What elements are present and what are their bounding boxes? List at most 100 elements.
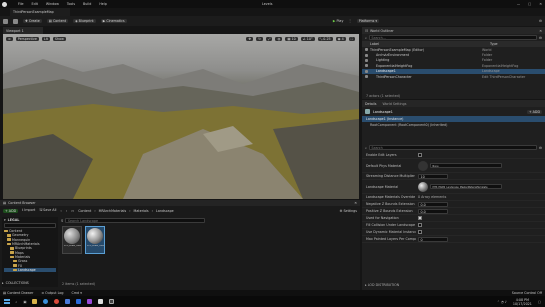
- app-icon[interactable]: [87, 299, 93, 304]
- details-component-row[interactable]: RootComponent (RootComponent0) (Inherite…: [362, 122, 545, 128]
- perspective-button[interactable]: Perspective: [15, 37, 39, 41]
- column-label[interactable]: Label: [370, 42, 490, 46]
- unreal-editor-taskbar-icon[interactable]: [109, 299, 115, 304]
- property-asset-picker[interactable]: None: [430, 163, 502, 168]
- source-control-button[interactable]: Source Control Off: [512, 291, 542, 295]
- outliner-row[interactable]: ThirdPersonCharacter Edit ThirdPersonChar…: [362, 74, 545, 79]
- breadcrumb-content[interactable]: Content: [78, 209, 91, 213]
- play-button[interactable]: ▶ Play: [333, 19, 343, 23]
- outliner-row[interactable]: Landscape1 Landscape: [362, 68, 545, 74]
- cmd-button[interactable]: Cmd ▾: [72, 291, 82, 295]
- maximize-icon[interactable]: □: [528, 2, 531, 6]
- asset-tile[interactable]: MTS_EDAM_Landscape_Master...: [62, 226, 82, 254]
- forward-icon[interactable]: ›: [66, 209, 67, 213]
- task-view-icon[interactable]: ▣: [23, 300, 26, 304]
- clock[interactable]: 4:08 PM 10/17/2021: [513, 298, 532, 306]
- outliner-settings-icon[interactable]: ⚙: [539, 36, 542, 40]
- menu-build[interactable]: Build: [83, 2, 91, 6]
- scale-snap-button[interactable]: ⤡ 0.25: [317, 37, 333, 41]
- blueprint-button[interactable]: ◈ Blueprint: [73, 19, 96, 23]
- world-icon[interactable]: ◍: [275, 37, 283, 41]
- outliner-row[interactable]: ThirdPersonExampleMap (Editor) World: [362, 47, 545, 52]
- create-button[interactable]: ✚ Create: [23, 19, 42, 23]
- project-tab[interactable]: ThirdPersonExampleMap: [10, 8, 70, 16]
- content-drawer-button[interactable]: ▤ Content Drawer: [3, 291, 33, 295]
- translate-icon[interactable]: ✥: [246, 37, 254, 41]
- property-number-field[interactable]: 10: [418, 173, 448, 179]
- asset-search-input[interactable]: Search Landscape: [65, 218, 206, 223]
- platforms-button[interactable]: Platforms ▾: [356, 19, 380, 23]
- tree-item[interactable]: Landscape: [4, 267, 56, 272]
- grid-snap-button[interactable]: ▦ 10: [285, 37, 298, 41]
- angle-snap-button[interactable]: ∠ 10°: [300, 37, 315, 41]
- visibility-icon[interactable]: [365, 75, 368, 79]
- visibility-icon[interactable]: [365, 69, 368, 73]
- cinematics-button[interactable]: ▶ Cinematics: [100, 19, 127, 23]
- add-button[interactable]: + ADD: [3, 208, 19, 213]
- outliner-row[interactable]: Lighting Folder: [362, 58, 545, 63]
- property-asset-picker[interactable]: MTS_EDAM_Landscape_MasterMaterialTemplat…: [430, 184, 502, 189]
- visibility-icon[interactable]: [365, 64, 368, 68]
- close-content-browser-icon[interactable]: ✕: [354, 201, 357, 205]
- windows-start-icon[interactable]: [4, 298, 10, 305]
- outliner-search-input[interactable]: Search...: [368, 35, 538, 40]
- details-view-options-icon[interactable]: ⚙: [539, 146, 542, 150]
- chrome-icon[interactable]: [54, 299, 60, 304]
- settings-icon[interactable]: ⚙: [539, 19, 542, 23]
- details-search-input[interactable]: Search: [368, 145, 538, 150]
- column-type[interactable]: Type: [490, 42, 498, 46]
- import-button[interactable]: ⭳ Import: [22, 208, 35, 214]
- tree-search-input[interactable]: [4, 223, 56, 228]
- output-log-button[interactable]: ≡ Output Log: [41, 291, 63, 295]
- property-number-field[interactable]: 0: [418, 236, 448, 242]
- breadcrumb-materials[interactable]: Materials: [134, 209, 149, 213]
- browser-icon[interactable]: [43, 299, 49, 304]
- maximize-viewport-icon[interactable]: ⛶: [348, 37, 355, 41]
- property-checkbox[interactable]: [418, 153, 422, 157]
- lit-button[interactable]: Lit: [41, 37, 50, 41]
- minimize-icon[interactable]: —: [517, 2, 520, 6]
- mail-icon[interactable]: [76, 299, 82, 304]
- menu-help[interactable]: Help: [99, 2, 107, 6]
- menu-window[interactable]: Window: [46, 2, 59, 6]
- menu-tools[interactable]: Tools: [67, 2, 75, 6]
- viewport-tab[interactable]: Viewport 1: [3, 27, 43, 34]
- back-icon[interactable]: ‹: [60, 209, 61, 213]
- scale-icon[interactable]: ⤢: [265, 37, 273, 41]
- more-play-options-icon[interactable]: ⋮: [348, 19, 351, 23]
- search-icon[interactable]: ⌕: [16, 300, 18, 304]
- breadcrumb-mrarch[interactable]: MRArchMaterials: [99, 209, 127, 213]
- outliner-row[interactable]: ArchvizEnvironment Folder: [362, 52, 545, 57]
- property-number-field[interactable]: 0.0: [418, 208, 448, 214]
- file-explorer-icon[interactable]: [32, 299, 38, 304]
- add-component-button[interactable]: + ADD: [526, 109, 542, 114]
- save-icon[interactable]: [3, 18, 8, 24]
- mode-select-icon[interactable]: [13, 18, 18, 24]
- tray-icons[interactable]: ⌃ ◔ ♪: [497, 300, 507, 304]
- collections-bar[interactable]: ▸ COLLECTIONS: [2, 280, 58, 285]
- chevron-down-icon[interactable]: ▾: [4, 218, 6, 222]
- save-all-button[interactable]: 🖫 Save All: [39, 208, 56, 214]
- show-button[interactable]: Show: [52, 37, 66, 41]
- content-settings-button[interactable]: ⚙ Settings: [339, 209, 357, 213]
- property-checkbox[interactable]: [418, 230, 422, 234]
- property-checkbox[interactable]: [418, 216, 422, 220]
- viewport[interactable]: ≡ Perspective Lit Show ✥ ↻ ⤢ ◍ ▦ 10 ∠ 10…: [3, 34, 359, 199]
- outliner-row[interactable]: ExponentialHeightFog ExponentialHeightFog: [362, 63, 545, 68]
- content-button[interactable]: ▤ Content: [46, 19, 69, 23]
- notifications-icon[interactable]: ▢: [538, 300, 541, 304]
- asset-tile-selected[interactable]: MTS_EDAM_Landscape_Master...: [85, 226, 105, 254]
- camera-speed-button[interactable]: ◉ 4: [335, 37, 346, 41]
- visibility-icon[interactable]: [365, 53, 368, 57]
- store-icon[interactable]: [65, 299, 71, 304]
- breadcrumb-landscape[interactable]: Landscape: [156, 209, 174, 213]
- visibility-icon[interactable]: [365, 48, 368, 52]
- property-number-field[interactable]: 0.0: [418, 201, 448, 207]
- filter-icon[interactable]: ⊽: [61, 219, 63, 223]
- menu-file[interactable]: File: [18, 2, 24, 6]
- close-icon[interactable]: ✕: [539, 2, 542, 6]
- property-checkbox[interactable]: [418, 223, 422, 227]
- viewport-options-button[interactable]: ≡: [6, 37, 13, 41]
- lod-distribution-section[interactable]: ▸ LOD DISTRIBUTION: [365, 283, 399, 287]
- visibility-icon[interactable]: [365, 58, 368, 62]
